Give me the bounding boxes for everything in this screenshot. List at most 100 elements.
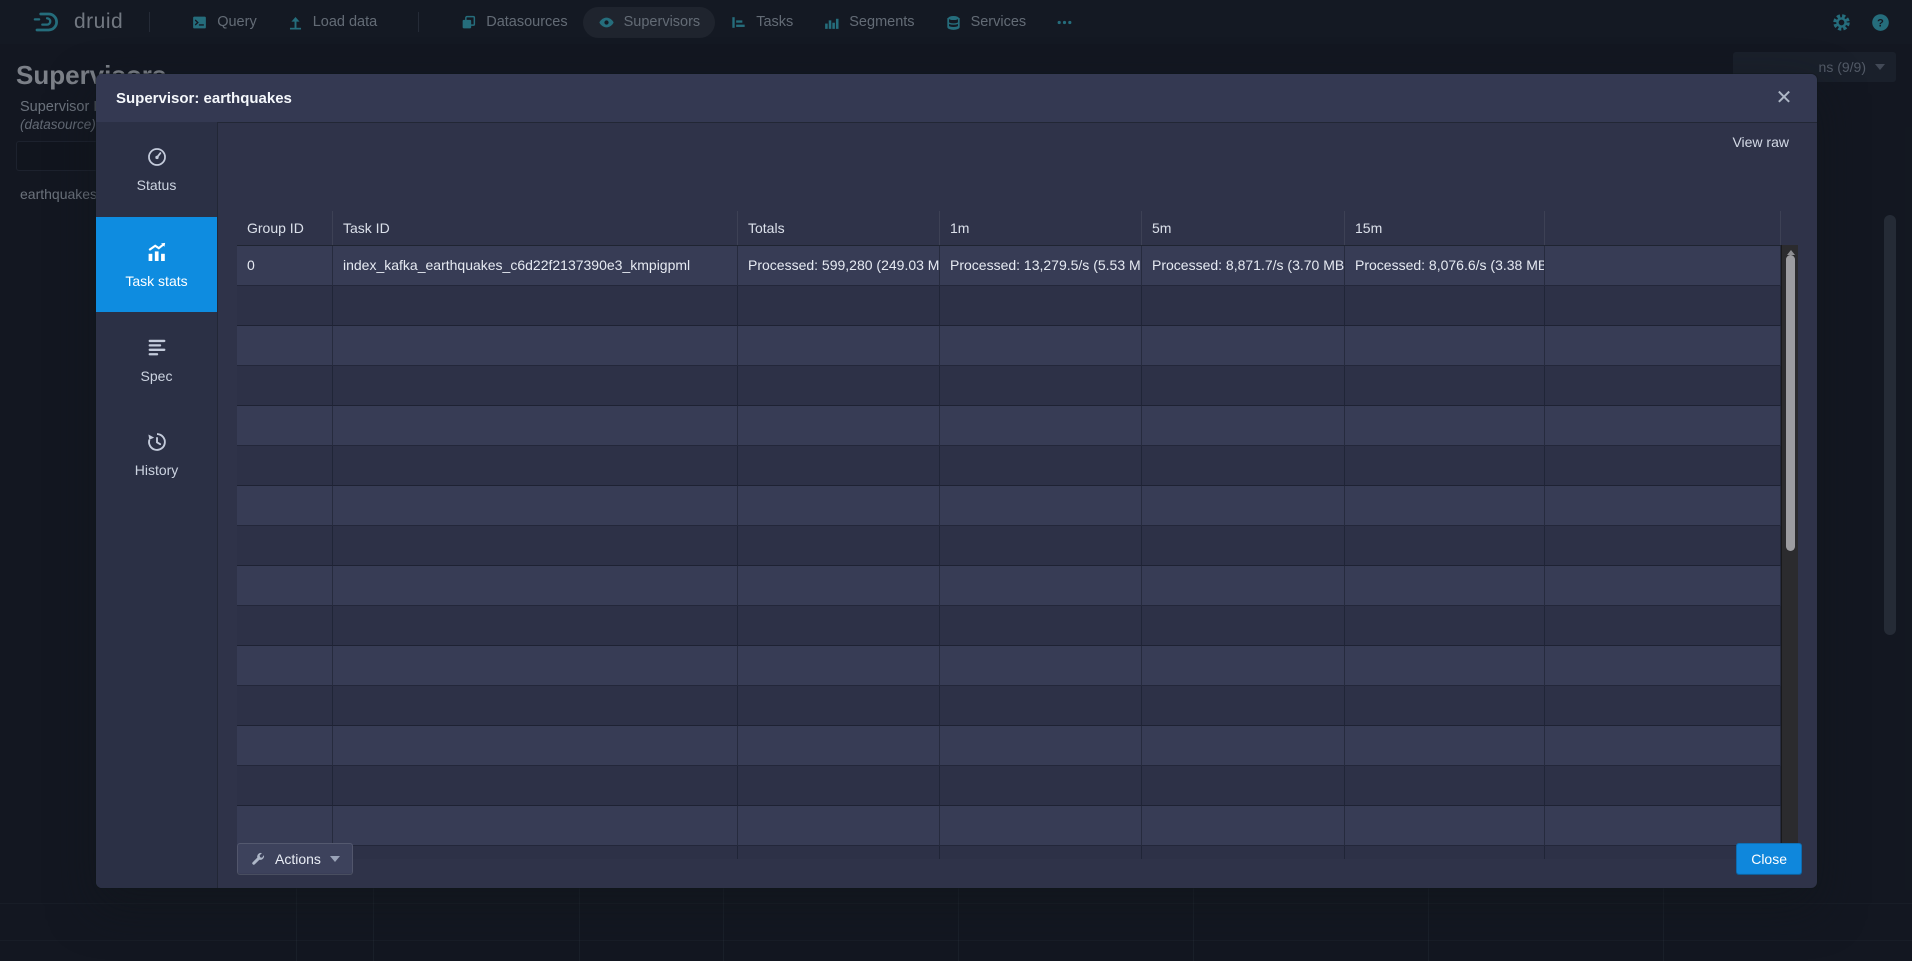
- table-row-empty: [237, 686, 1781, 726]
- table-scrollbar[interactable]: [1781, 245, 1798, 858]
- table-cell: [1142, 486, 1345, 526]
- scrollbar-thumb[interactable]: [1786, 255, 1795, 551]
- wrench-icon: [250, 851, 266, 867]
- table-cell: [940, 806, 1142, 846]
- table-cell: [333, 286, 738, 326]
- table-cell: [333, 806, 738, 846]
- table-cell: [333, 846, 738, 859]
- table-cell: [738, 406, 940, 446]
- tab-label: History: [135, 462, 179, 478]
- table-cell: [1345, 486, 1545, 526]
- table-cell: [738, 366, 940, 406]
- table-cell: [1142, 286, 1345, 326]
- table-row-empty: [237, 766, 1781, 806]
- task-stats-icon: [145, 240, 169, 264]
- table-row-task[interactable]: 0index_kafka_earthquakes_c6d22f2137390e3…: [237, 246, 1781, 286]
- table-body: 0index_kafka_earthquakes_c6d22f2137390e3…: [237, 246, 1781, 859]
- table-cell: [1545, 686, 1781, 726]
- column-header-task-id[interactable]: Task ID: [333, 211, 738, 245]
- tab-label: Task stats: [125, 273, 187, 289]
- table-cell: [738, 766, 940, 806]
- table-cell: [1545, 526, 1781, 566]
- status-icon: [146, 146, 168, 168]
- table-cell: [1545, 606, 1781, 646]
- table-cell: [1142, 686, 1345, 726]
- table-cell: [1345, 526, 1545, 566]
- table-cell: [1345, 446, 1545, 486]
- table-cell: [1142, 406, 1345, 446]
- dialog-side-tabs: Status Task stats Spec History: [96, 122, 218, 888]
- chevron-down-icon: [330, 856, 340, 862]
- tab-history[interactable]: History: [96, 407, 217, 502]
- table-cell: [738, 726, 940, 766]
- table-cell: [1345, 566, 1545, 606]
- table-cell: [333, 406, 738, 446]
- table-cell: [1545, 646, 1781, 686]
- column-header-totals[interactable]: Totals: [738, 211, 940, 245]
- column-header-1m[interactable]: 1m: [940, 211, 1142, 245]
- column-header-15m[interactable]: 15m: [1345, 211, 1545, 245]
- table-cell: [333, 486, 738, 526]
- column-header-spacer: [1545, 211, 1781, 245]
- table-row-empty: [237, 406, 1781, 446]
- table-cell: [1545, 286, 1781, 326]
- actions-button-label: Actions: [275, 851, 321, 867]
- table-cell: [738, 646, 940, 686]
- actions-button[interactable]: Actions: [237, 843, 353, 875]
- table-row-empty: [237, 446, 1781, 486]
- table-cell: [940, 726, 1142, 766]
- close-icon[interactable]: ✕: [1771, 85, 1797, 111]
- column-header-group-id[interactable]: Group ID: [237, 211, 333, 245]
- table-cell: [237, 606, 333, 646]
- table-cell: [738, 606, 940, 646]
- table-cell: [1345, 406, 1545, 446]
- column-header-5m[interactable]: 5m: [1142, 211, 1345, 245]
- table-cell: Processed: 8,076.6/s (3.38 MB/s): [1345, 246, 1545, 286]
- table-cell: [940, 686, 1142, 726]
- table-cell: [1345, 686, 1545, 726]
- table-row-empty: [237, 846, 1781, 859]
- table-cell: [738, 526, 940, 566]
- table-cell: [1345, 366, 1545, 406]
- table-cell: index_kafka_earthquakes_c6d22f2137390e3_…: [333, 246, 738, 286]
- table-cell: [1545, 726, 1781, 766]
- tab-task-stats[interactable]: Task stats: [96, 217, 217, 312]
- table-row-empty: [237, 566, 1781, 606]
- table-cell: [333, 606, 738, 646]
- table-cell: [1545, 486, 1781, 526]
- table-cell: [333, 766, 738, 806]
- close-button[interactable]: Close: [1736, 843, 1802, 875]
- table-cell: [1345, 286, 1545, 326]
- table-header-row: Group IDTask IDTotals1m5m15m: [237, 211, 1798, 246]
- dialog-title: Supervisor: earthquakes: [116, 90, 292, 107]
- table-cell: [1345, 326, 1545, 366]
- table-row-empty: [237, 806, 1781, 846]
- table-cell: [738, 566, 940, 606]
- table-cell: Processed: 599,280 (249.03 MB): [738, 246, 940, 286]
- tab-label: Spec: [141, 368, 173, 384]
- tab-label: Status: [137, 177, 177, 193]
- table-cell: [738, 486, 940, 526]
- tab-spec[interactable]: Spec: [96, 312, 217, 407]
- table-cell: [1142, 806, 1345, 846]
- table-cell: [1142, 766, 1345, 806]
- table-cell: Processed: 13,279.5/s (5.53 MB/s): [940, 246, 1142, 286]
- table-cell: Processed: 8,871.7/s (3.70 MB/s): [1142, 246, 1345, 286]
- table-cell: [738, 686, 940, 726]
- table-cell: [1142, 526, 1345, 566]
- table-cell: [940, 406, 1142, 446]
- table-row-empty: [237, 326, 1781, 366]
- table-cell: [940, 646, 1142, 686]
- table-cell: [1545, 406, 1781, 446]
- table-row-empty: [237, 726, 1781, 766]
- table-cell: [333, 446, 738, 486]
- table-cell: [1345, 606, 1545, 646]
- table-cell: [1345, 766, 1545, 806]
- table-cell: [333, 366, 738, 406]
- table-cell: [1545, 366, 1781, 406]
- table-cell: [237, 366, 333, 406]
- view-raw-link[interactable]: View raw: [1732, 134, 1789, 150]
- dialog-header: Supervisor: earthquakes ✕: [96, 74, 1817, 122]
- table-cell: [1545, 446, 1781, 486]
- tab-status[interactable]: Status: [96, 122, 217, 217]
